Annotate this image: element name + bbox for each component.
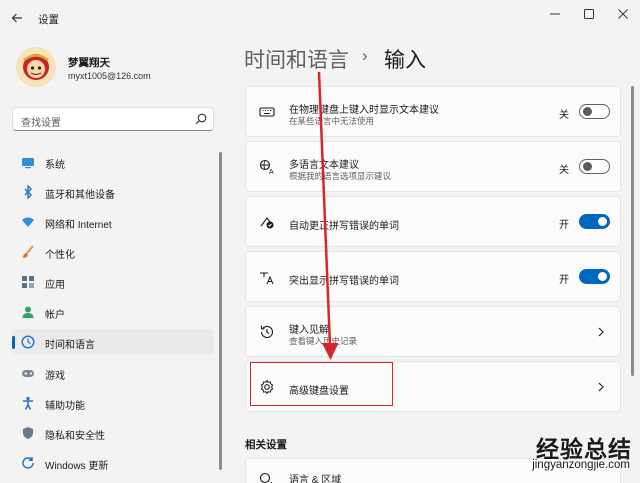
sidebar-item-gaming[interactable]: 游戏 xyxy=(12,360,214,386)
language-icon: A xyxy=(259,159,275,176)
sidebar-item-label: 网络和 Internet xyxy=(45,220,112,231)
setting-title: 键入见解 xyxy=(289,325,329,336)
page-title: 输入 xyxy=(384,49,426,72)
annotation-highlight-box xyxy=(250,362,393,406)
globe-clock-icon xyxy=(21,335,35,349)
sidebar-item-accessibility[interactable]: 辅助功能 xyxy=(12,390,214,416)
sidebar-item-windows-update[interactable]: Windows 更新 xyxy=(12,450,214,476)
account-email: myxt1005@126.com xyxy=(68,71,151,81)
search-placeholder: 查找设置 xyxy=(21,118,61,129)
setting-title: 突出显示拼写错误的单词 xyxy=(289,276,399,287)
keyboard-icon xyxy=(259,104,275,120)
toggle-switch[interactable] xyxy=(579,214,610,229)
setting-title: 自动更正拼写错误的单词 xyxy=(289,221,399,232)
breadcrumb-separator: › xyxy=(362,46,368,65)
watermark-url: jingyanzongjie.com xyxy=(532,459,630,471)
toggle-state-label: 开 xyxy=(559,275,569,286)
setting-typing-insights[interactable]: 键入见解 查看键入历史记录 xyxy=(245,306,621,357)
monitor-icon xyxy=(21,155,35,169)
wifi-icon xyxy=(21,215,35,229)
sidebar-item-bluetooth[interactable]: 蓝牙和其他设备 xyxy=(12,179,214,205)
back-arrow-icon[interactable] xyxy=(6,7,28,29)
setting-multilingual-suggestions[interactable]: A 多语言文本建议 根据我的语言选项显示建议 关 xyxy=(245,141,621,192)
accessibility-icon xyxy=(21,396,35,410)
account-icon xyxy=(21,305,35,319)
sidebar-item-label: 辅助功能 xyxy=(45,401,85,412)
sidebar-item-label: 时间和语言 xyxy=(45,340,95,351)
spellcheck-icon xyxy=(259,269,275,285)
app-title: 设置 xyxy=(38,14,59,26)
sidebar-item-label: 系统 xyxy=(45,160,65,171)
update-icon xyxy=(21,456,35,470)
setting-subtitle: 查看键入历史记录 xyxy=(289,336,358,346)
search-icon[interactable] xyxy=(195,113,207,125)
sidebar-item-label: 蓝牙和其他设备 xyxy=(45,190,115,201)
related-settings-heading: 相关设置 xyxy=(245,439,287,451)
breadcrumb-parent[interactable]: 时间和语言 xyxy=(244,44,349,74)
apps-icon xyxy=(21,275,35,289)
setting-title: 语言 & 区域 xyxy=(289,475,342,483)
chevron-right-icon xyxy=(596,382,606,392)
maximize-icon[interactable] xyxy=(574,3,604,25)
svg-text:A: A xyxy=(269,169,274,175)
avatar[interactable] xyxy=(16,47,56,87)
bluetooth-icon xyxy=(21,184,35,200)
main-scrollbar[interactable] xyxy=(631,86,634,376)
sidebar-item-network[interactable]: 网络和 Internet xyxy=(12,209,214,235)
search-input[interactable]: 查找设置 xyxy=(12,107,214,131)
toggle-switch[interactable] xyxy=(579,269,610,284)
toggle-state-label: 开 xyxy=(559,220,569,231)
chevron-right-icon xyxy=(596,327,606,337)
sidebar-item-privacy[interactable]: 隐私和安全性 xyxy=(12,420,214,446)
sidebar-scrollbar[interactable] xyxy=(219,152,222,470)
sidebar-item-label: 个性化 xyxy=(45,250,75,261)
history-icon xyxy=(259,324,275,340)
sidebar-item-system[interactable]: 系统 xyxy=(12,149,214,175)
language-region-icon: A xyxy=(259,472,275,483)
setting-subtitle: 根据我的语言选项显示建议 xyxy=(289,171,392,181)
sidebar-item-label: 隐私和安全性 xyxy=(45,431,105,442)
sidebar-item-personalization[interactable]: 个性化 xyxy=(12,239,214,265)
toggle-state-label: 关 xyxy=(559,110,569,121)
setting-subtitle: 在某些语言中无法使用 xyxy=(289,116,375,126)
autocorrect-icon xyxy=(259,214,275,230)
sidebar-item-label: 帐户 xyxy=(45,310,65,321)
close-icon[interactable] xyxy=(608,3,638,25)
sidebar-item-label: 游戏 xyxy=(45,371,65,382)
brush-icon xyxy=(21,245,35,259)
shield-icon xyxy=(21,426,35,440)
setting-title: 在物理键盘上键入时显示文本建议 xyxy=(289,105,439,116)
title-bar: 设置 xyxy=(0,0,640,34)
toggle-switch[interactable] xyxy=(579,159,610,174)
sidebar-item-label: 应用 xyxy=(45,280,65,291)
toggle-state-label: 关 xyxy=(559,165,569,176)
sidebar-item-label: Windows 更新 xyxy=(45,461,109,472)
sidebar-item-apps[interactable]: 应用 xyxy=(12,269,214,295)
setting-title: 多语言文本建议 xyxy=(289,160,359,171)
sidebar-item-accounts[interactable]: 帐户 xyxy=(12,299,214,325)
account-name: 梦翼翔天 xyxy=(68,57,110,69)
gamepad-icon xyxy=(21,366,35,380)
setting-autocorrect[interactable]: 自动更正拼写错误的单词 开 xyxy=(245,196,621,247)
setting-text-suggestions[interactable]: 在物理键盘上键入时显示文本建议 在某些语言中无法使用 关 xyxy=(245,86,621,137)
watermark: 经验总结 jingyanzongjie.com xyxy=(484,428,640,483)
minimize-icon[interactable] xyxy=(540,3,570,25)
setting-highlight-misspelled[interactable]: 突出显示拼写错误的单词 开 xyxy=(245,251,621,302)
sidebar-item-time-language[interactable]: 时间和语言 xyxy=(12,329,214,355)
active-indicator xyxy=(12,336,15,349)
toggle-switch[interactable] xyxy=(579,104,610,119)
